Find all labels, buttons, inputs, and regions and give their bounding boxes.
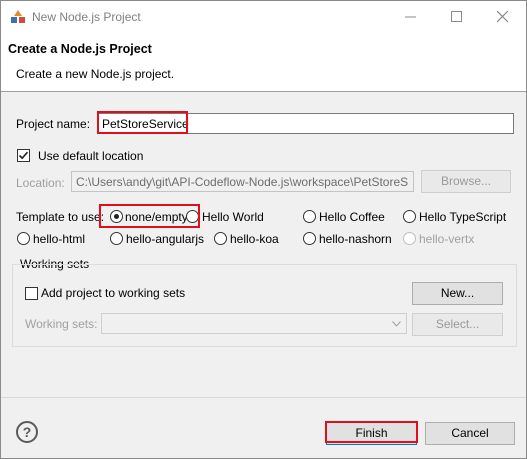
template-radio-hello-vertx[interactable]	[403, 232, 416, 245]
footer-divider	[1, 397, 526, 398]
working-sets-combo[interactable]	[101, 313, 407, 334]
finish-button[interactable]: Finish	[326, 422, 417, 445]
page-description: Create a new Node.js project.	[16, 67, 175, 81]
template-option-label: none/empty	[125, 210, 188, 224]
template-option-label: Hello Coffee	[319, 210, 385, 224]
browse-button[interactable]: Browse...	[421, 170, 511, 193]
help-icon[interactable]: ?	[16, 421, 38, 443]
add-to-working-sets-checkbox[interactable]	[25, 287, 38, 300]
new-working-set-button[interactable]: New...	[412, 282, 503, 305]
template-radio-hello-nashorn[interactable]	[303, 232, 316, 245]
wizard-header: Create a Node.js Project Create a new No…	[1, 32, 526, 92]
template-option-label: hello-nashorn	[319, 232, 392, 246]
template-option-label: hello-vertx	[419, 232, 475, 246]
template-label: Template to use:	[16, 210, 105, 224]
location-input[interactable]	[71, 171, 414, 192]
template-radio-none-empty[interactable]	[110, 210, 123, 223]
title-bar[interactable]: New Node.js Project	[1, 1, 526, 32]
page-title: Create a Node.js Project	[8, 42, 152, 56]
template-radio-hello-koa[interactable]	[214, 232, 227, 245]
template-radio-hello-world[interactable]	[186, 210, 199, 223]
use-default-location-checkbox[interactable]	[17, 149, 30, 162]
window-title: New Node.js Project	[32, 10, 141, 24]
minimize-button[interactable]	[388, 1, 434, 32]
working-sets-label: Working sets:	[25, 317, 98, 331]
add-to-working-sets-label: Add project to working sets	[41, 286, 186, 300]
select-working-set-button[interactable]: Select...	[412, 313, 503, 336]
cancel-button[interactable]: Cancel	[425, 422, 515, 445]
chevron-down-icon	[392, 321, 401, 327]
template-option-label: hello-html	[33, 232, 86, 246]
project-name-input[interactable]	[97, 113, 514, 134]
close-button[interactable]	[480, 1, 526, 32]
template-radio-hello-html[interactable]	[17, 232, 30, 245]
use-default-location-label: Use default location	[38, 149, 144, 163]
template-radio-hello-angularjs[interactable]	[110, 232, 123, 245]
maximize-button[interactable]	[434, 1, 480, 32]
template-option-label: Hello World	[202, 210, 264, 224]
eclipse-node-project-icon	[10, 9, 26, 25]
location-label: Location:	[16, 176, 65, 190]
new-project-dialog: New Node.js Project Create a Node.js Pro…	[0, 0, 527, 459]
template-option-label: hello-koa	[230, 232, 279, 246]
template-radio-hello-coffee[interactable]	[303, 210, 316, 223]
template-radio-hello-typescript[interactable]	[403, 210, 416, 223]
template-option-label: Hello TypeScript	[419, 210, 507, 224]
project-name-label: Project name:	[16, 117, 91, 131]
template-option-label: hello-angularjs	[126, 232, 205, 246]
